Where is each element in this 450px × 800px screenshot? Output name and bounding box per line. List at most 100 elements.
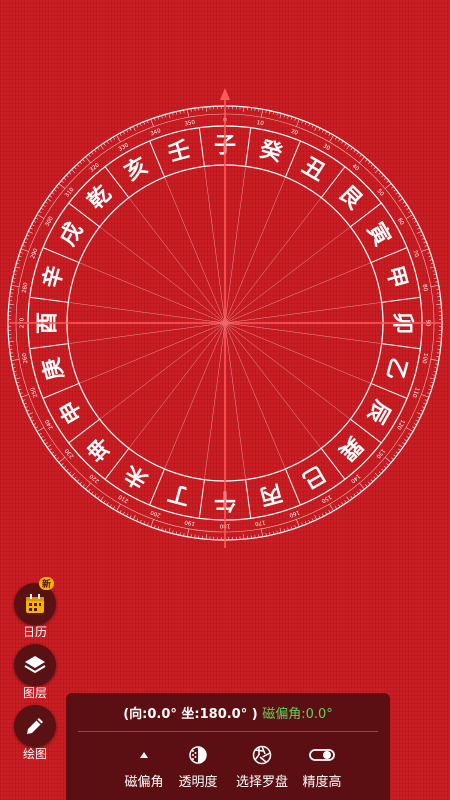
degree-tick [58, 457, 66, 463]
degree-tick [116, 503, 121, 512]
mountain-character: 丑 [298, 153, 330, 186]
degree-tick [29, 416, 33, 419]
calendar-button[interactable]: 新 日历 [10, 577, 60, 639]
degree-tick [413, 220, 417, 223]
degree-tick [417, 231, 422, 234]
degree-tick [136, 518, 139, 522]
sector-divider [198, 127, 205, 167]
mountain-character: 乾 [83, 181, 117, 215]
degree-tick [29, 227, 33, 230]
degree-tick [430, 285, 439, 288]
layers-icon [14, 644, 56, 686]
degree-tick [112, 506, 116, 510]
radial-line [204, 322, 226, 480]
radial-line [224, 166, 246, 324]
radial-line [224, 322, 286, 470]
new-badge: 新 [38, 577, 54, 590]
calendar-icon: 新 [14, 577, 56, 625]
degree-tick [430, 262, 434, 265]
degree-tick [353, 149, 356, 153]
transparency-button[interactable]: 透明度 [170, 739, 226, 795]
degree-tick [413, 423, 417, 426]
divider [78, 731, 378, 732]
mountain-character: 未 [121, 460, 153, 493]
compass-dial[interactable]: 0102030405060708090100110120130140150160… [0, 80, 450, 560]
sector-divider [198, 479, 205, 519]
degree-tick [430, 381, 434, 384]
degree-tick [47, 444, 52, 448]
degree-tick [35, 217, 38, 220]
degree-label: 50 [376, 188, 385, 198]
degree-tick [287, 527, 289, 531]
degree-label: 100 [420, 352, 428, 364]
degree-tick [40, 436, 44, 439]
degree-tick [338, 504, 341, 508]
degree-tick [406, 207, 410, 210]
degree-tick [381, 468, 384, 472]
degree-tick [402, 201, 406, 204]
mountain-character: 申 [55, 396, 88, 428]
degree-tick [44, 201, 48, 204]
degree-tick [370, 479, 374, 482]
degree-tick [119, 510, 122, 513]
degree-tick [260, 528, 263, 537]
select-compass-button[interactable]: 选择罗盘 [226, 739, 298, 795]
mountain-character: 艮 [334, 181, 368, 215]
degree-tick [365, 159, 368, 162]
degree-tick [79, 161, 83, 165]
layers-button[interactable]: 图层 [10, 644, 60, 700]
mountain-character: 巽 [334, 432, 367, 465]
degree-tick [328, 510, 331, 513]
degree-tick [321, 513, 324, 517]
aperture-icon [226, 745, 298, 765]
degree-tick [384, 183, 392, 189]
degree-tick [49, 448, 53, 451]
degree-tick [318, 127, 321, 131]
degree-tick [367, 481, 371, 485]
degree-tick [356, 491, 359, 495]
degree-tick [51, 192, 55, 195]
degree-tick [359, 489, 362, 492]
degree-tick [74, 476, 77, 480]
declination-readout: 磁偏角:0.0° [262, 707, 333, 722]
degree-tick [17, 385, 21, 387]
degree-tick [49, 195, 53, 198]
degree-tick [311, 518, 314, 522]
degree-tick [314, 126, 317, 131]
radial-line [224, 302, 382, 324]
degree-tick [40, 207, 44, 210]
degree-tick [33, 220, 37, 223]
precision-toggle[interactable]: 精度高 [292, 739, 352, 795]
radial-line [164, 322, 226, 470]
degree-tick [350, 147, 353, 151]
degree-tick [406, 436, 410, 439]
degree-label: 290 [30, 247, 39, 259]
mountain-character: 壬 [165, 137, 193, 167]
degree-tick [391, 457, 394, 460]
degree-tick [82, 159, 85, 162]
sector-divider [42, 383, 80, 399]
mountain-character: 巳 [298, 460, 330, 493]
degree-tick [397, 448, 401, 451]
bottom-control-panel: (向:0.0° 坐:180.0° ) 磁偏角:0.0° 磁偏角 透明度 选择罗盘… [66, 693, 390, 800]
declination-button[interactable]: 磁偏角 [116, 739, 172, 795]
degree-tick [97, 147, 100, 151]
degree-tick [129, 515, 132, 519]
degree-tick [66, 468, 69, 472]
degree-tick [334, 506, 338, 510]
degree-tick [398, 444, 403, 448]
draw-button[interactable]: 绘图 [10, 705, 60, 761]
degree-tick [94, 493, 97, 497]
degree-tick [122, 511, 125, 515]
degree-tick [133, 515, 136, 520]
degree-tick [16, 381, 20, 384]
degree-tick [44, 442, 48, 445]
mountain-character: 癸 [256, 136, 286, 167]
toggle-icon [292, 745, 352, 765]
degree-tick [381, 174, 384, 178]
degree-tick [15, 377, 21, 380]
degree-tick [94, 149, 97, 153]
sector-divider [149, 140, 165, 178]
degree-tick [365, 484, 368, 487]
degree-tick [430, 358, 439, 361]
